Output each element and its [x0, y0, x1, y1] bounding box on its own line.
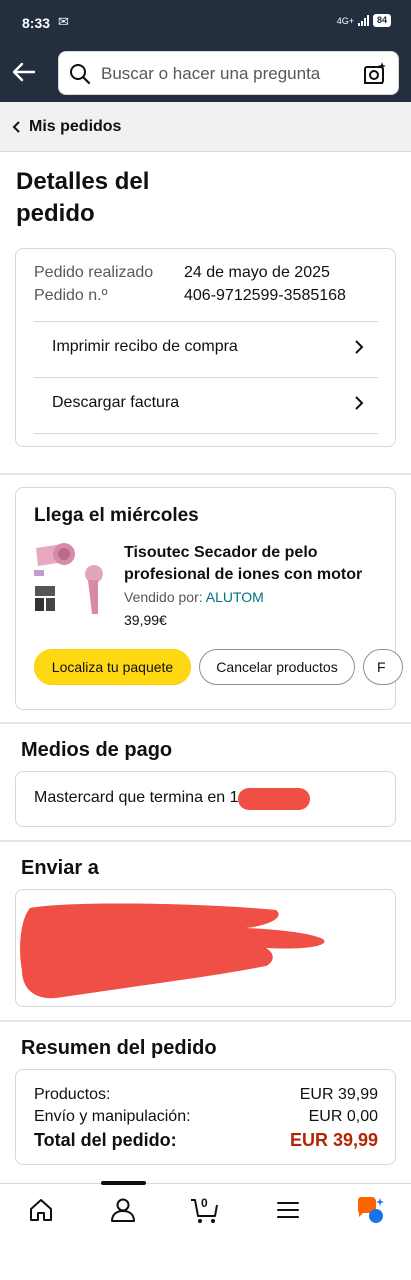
battery-icon: 84: [372, 14, 391, 27]
breadcrumb[interactable]: Mis pedidos: [0, 102, 411, 152]
search-placeholder: Buscar o hacer una pregunta: [101, 64, 321, 83]
products-row: Productos: EUR 39,99: [34, 1086, 378, 1104]
divider: [34, 433, 378, 434]
total-label: Total del pedido:: [34, 1130, 177, 1150]
payment-title: Medios de pago: [21, 739, 173, 761]
product-title[interactable]: Tisoutec Secador de pelo profesional de …: [124, 542, 384, 586]
app-header: Buscar o hacer una pregunta: [0, 44, 411, 102]
cart-button[interactable]: 0: [190, 1196, 220, 1226]
status-time: 8:33: [22, 15, 51, 31]
shipping-value: EUR 0,00: [308, 1108, 378, 1125]
order-number-label: Pedido n.º: [34, 287, 108, 304]
mail-notification-icon: ✉: [58, 14, 69, 29]
download-invoice-link[interactable]: Descargar factura: [34, 377, 378, 433]
menu-icon[interactable]: [274, 1196, 302, 1224]
chevron-right-icon: [355, 396, 364, 410]
cart-count: 0: [201, 1196, 208, 1210]
home-icon[interactable]: [27, 1196, 55, 1224]
redaction-mark: [20, 903, 325, 999]
network-type: 4G+: [336, 15, 354, 26]
product-title-line2: profesional de iones con motor: [124, 566, 363, 583]
delivery-title: Llega el miércoles: [34, 505, 199, 526]
section-separator: [0, 722, 411, 724]
order-info-card: Pedido realizado 24 de mayo de 2025 Pedi…: [15, 248, 396, 447]
order-summary-card: Productos: EUR 39,99 Envío y manipulació…: [15, 1069, 396, 1165]
camera-search-icon[interactable]: [362, 61, 388, 87]
more-actions-button[interactable]: F: [363, 649, 403, 685]
shipping-label: Envío y manipulación:: [34, 1108, 191, 1125]
rufus-icon[interactable]: [356, 1196, 384, 1224]
summary-title: Resumen del pedido: [21, 1037, 217, 1059]
seller-info: Vendido por: ALUTOM: [124, 589, 264, 605]
payment-card: Mastercard que termina en 10: [15, 771, 396, 827]
section-separator: [0, 1020, 411, 1022]
page-title-line1: Detalles del: [16, 168, 150, 195]
order-date-label: Pedido realizado: [34, 264, 154, 281]
payment-method-text: Mastercard que termina en 10: [34, 789, 248, 806]
order-number-value: 406-9712599-3585168: [184, 287, 346, 304]
print-receipt-link[interactable]: Imprimir recibo de compra: [34, 321, 378, 377]
signal-icon: [357, 15, 369, 26]
delivery-card: Llega el miércoles Tisoutec Secador de p…: [15, 487, 403, 710]
shipping-title: Enviar a: [21, 857, 99, 879]
seller-link[interactable]: ALUTOM: [206, 589, 264, 605]
status-bar: 8:33 ✉ 4G+ 84: [0, 0, 411, 44]
print-receipt-label: Imprimir recibo de compra: [52, 338, 238, 355]
section-separator: [0, 473, 411, 475]
account-icon[interactable]: [109, 1196, 137, 1224]
track-package-button[interactable]: Localiza tu paquete: [34, 649, 191, 685]
chevron-left-icon: [12, 121, 20, 133]
download-invoice-label: Descargar factura: [52, 394, 180, 411]
cancel-items-button[interactable]: Cancelar productos: [199, 649, 355, 685]
back-arrow-icon[interactable]: [10, 58, 38, 86]
search-input[interactable]: Buscar o hacer una pregunta: [58, 51, 399, 95]
order-date-value: 24 de mayo de 2025: [184, 264, 330, 281]
product-image[interactable]: [32, 540, 110, 616]
breadcrumb-label: Mis pedidos: [29, 118, 122, 135]
bottom-nav: 0: [0, 1181, 411, 1280]
chevron-right-icon: [355, 340, 364, 354]
page-title: Detalles del pedido: [16, 166, 216, 230]
shipping-address-card: [15, 889, 396, 1007]
products-label: Productos:: [34, 1086, 111, 1103]
page-title-line2: pedido: [16, 200, 95, 227]
products-value: EUR 39,99: [299, 1086, 378, 1103]
product-price: 39,99€: [124, 612, 167, 628]
total-value: EUR 39,99: [289, 1130, 378, 1150]
active-tab-indicator: [101, 1181, 146, 1185]
total-row: Total del pedido: EUR 39,99: [34, 1130, 378, 1151]
redaction-mark: [238, 788, 310, 810]
shipping-row: Envío y manipulación: EUR 0,00: [34, 1108, 378, 1126]
section-separator: [0, 840, 411, 842]
search-icon: [70, 64, 91, 85]
status-indicators: 4G+ 84: [337, 14, 391, 27]
product-title-line1: Tisoutec Secador de pelo: [124, 544, 318, 561]
seller-label: Vendido por:: [124, 589, 203, 605]
